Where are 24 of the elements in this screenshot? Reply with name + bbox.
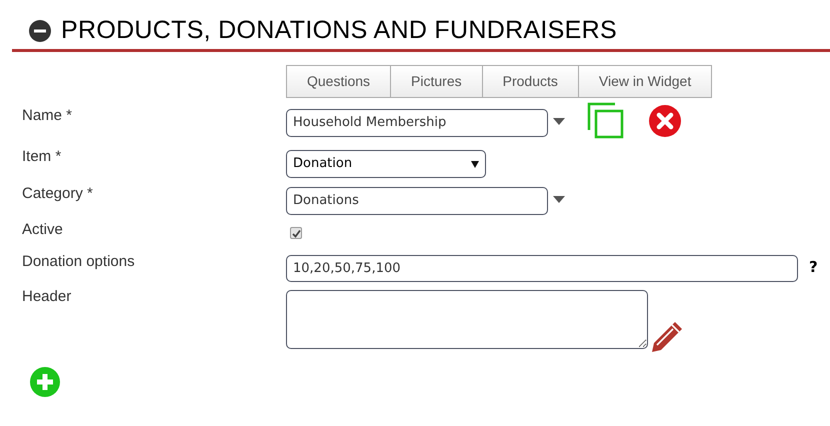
caret-icon[interactable] [553, 196, 565, 202]
field-label: Item * [22, 147, 62, 167]
text-field[interactable]: 10,20,50,75,100 [286, 255, 798, 282]
checkbox[interactable] [290, 227, 302, 239]
delete-icon[interactable] [649, 105, 681, 137]
section-title: PRODUCTS, DONATIONS AND FUNDRAISERS [61, 14, 617, 46]
text-field[interactable]: Donations [286, 187, 548, 215]
field-label: Name * [22, 106, 74, 126]
tab[interactable]: View in Widget [578, 65, 712, 98]
tab[interactable]: Pictures [390, 65, 483, 98]
field-label: Donation options [22, 252, 136, 272]
help-mark[interactable]: ? [809, 256, 818, 278]
field-label: Category * [22, 184, 94, 204]
text-area[interactable] [286, 290, 648, 349]
collapse-icon[interactable] [29, 20, 51, 42]
pencil-icon[interactable] [651, 321, 683, 353]
field-label: Header [22, 287, 72, 307]
field-label: Active [22, 220, 64, 240]
tab[interactable]: Products [482, 65, 579, 98]
caret-icon[interactable] [553, 118, 565, 124]
tab[interactable]: Questions [286, 65, 392, 98]
text-field[interactable]: Household Membership [286, 109, 548, 137]
caret-icon[interactable] [471, 160, 479, 168]
dropdown[interactable]: Donation [286, 150, 486, 178]
